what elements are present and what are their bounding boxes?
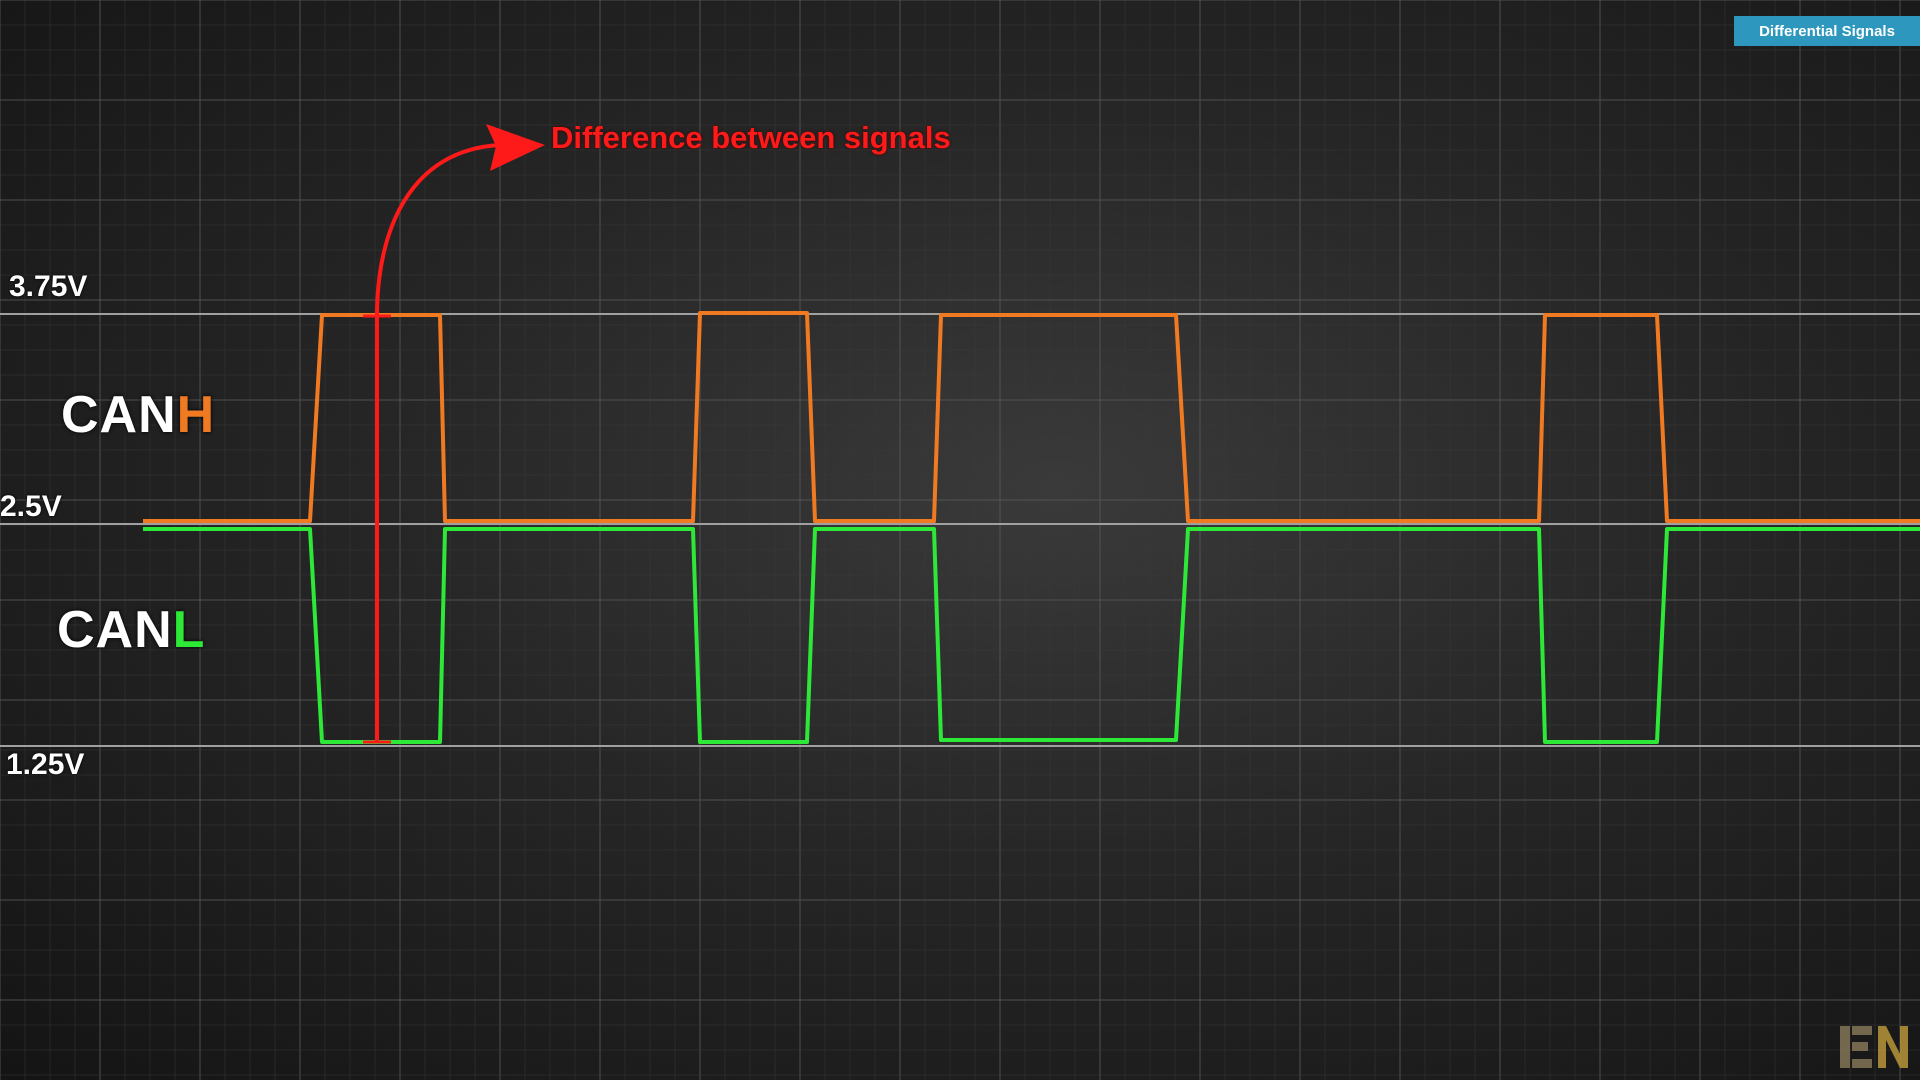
topic-badge: Differential Signals xyxy=(1734,16,1920,46)
difference-marker xyxy=(363,314,391,744)
level-label-low: 1.25V xyxy=(6,748,85,781)
arrow-head-icon xyxy=(486,124,545,171)
level-label-high: 3.75V xyxy=(9,270,88,303)
channel-logo-icon xyxy=(1840,1026,1908,1068)
canh-label: CANH xyxy=(61,385,215,445)
canh-waveform xyxy=(143,311,1920,523)
difference-annotation: Difference between signals xyxy=(551,120,951,155)
background-grid xyxy=(0,0,1920,1080)
canl-label-suffix: L xyxy=(172,601,206,659)
canl-label-prefix: CAN xyxy=(57,601,173,659)
canh-label-suffix: H xyxy=(176,386,216,444)
canh-label-prefix: CAN xyxy=(61,386,177,444)
waveform-diagram xyxy=(0,0,1920,1080)
annotation-arrow xyxy=(375,143,501,317)
canl-label: CANL xyxy=(57,600,205,660)
level-label-mid: 2.5V xyxy=(0,490,62,523)
canl-waveform xyxy=(143,527,1920,744)
